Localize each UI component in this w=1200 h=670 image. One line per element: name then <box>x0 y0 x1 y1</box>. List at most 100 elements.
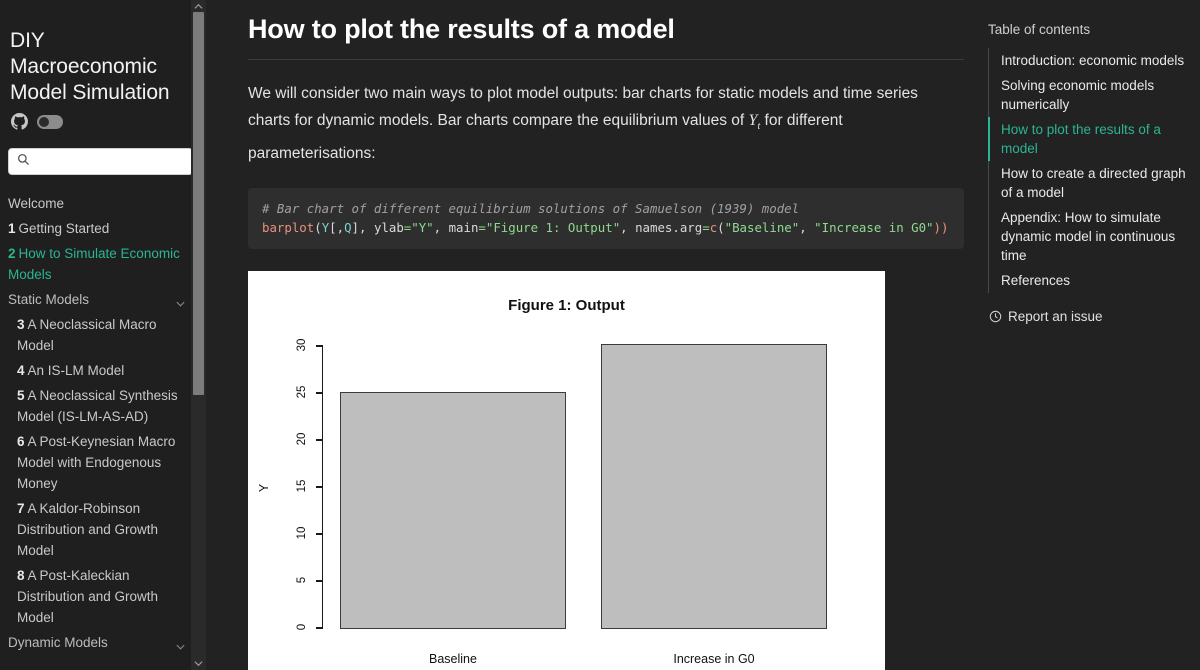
code-arg-ylab: ylab <box>373 220 404 236</box>
sidebar-item-label: A Post-Kaleckian Distribution and Growth… <box>17 568 159 625</box>
toc-item-introduction[interactable]: Introduction: economic models <box>988 48 1186 73</box>
sidebar-static-items: 3A Neoclassical Macro Model 4 An IS-LM Mo… <box>8 312 194 630</box>
y-tick <box>316 392 323 394</box>
sidebar-item-kaldor-robinson[interactable]: 7A Kaldor-Robinson Distribution and Grow… <box>17 496 194 563</box>
x-category-label: Increase in G0 <box>673 652 755 667</box>
sidebar-item-number: 3 <box>17 317 25 332</box>
y-tick-label: 0 <box>296 623 308 631</box>
sidebar-item-neoclassical-synthesis[interactable]: 5A Neoclassical Synthesis Model (IS-LM-A… <box>17 383 194 429</box>
code-bracket: [, <box>329 220 345 236</box>
code-separator: , <box>620 220 636 236</box>
figure-output: Figure 1: Output 0 5 10 15 20 25 30 Y Ba… <box>248 271 885 670</box>
y-tick <box>316 345 323 347</box>
chevron-down-icon <box>175 637 186 650</box>
sidebar-item-number: 8 <box>17 568 25 583</box>
sidebar-item-label: A Kaldor-Robinson Distribution and Growt… <box>17 501 159 558</box>
code-arg-names: names.arg <box>635 220 703 236</box>
sidebar-item-neoclassical-macro[interactable]: 3A Neoclassical Macro Model <box>17 312 194 358</box>
sidebar-item-number: 2 <box>8 246 16 261</box>
y-tick-label: 20 <box>296 432 308 446</box>
code-separator: , <box>433 220 449 236</box>
toc-item-directed-graph[interactable]: How to create a directed graph of a mode… <box>988 161 1186 205</box>
y-tick <box>316 580 323 582</box>
chart-title: Figure 1: Output <box>508 297 625 315</box>
sidebar-item-post-keynesian[interactable]: 6A Post-Keynesian Macro Model with Endog… <box>17 429 194 496</box>
sidebar-item-label: Getting Started <box>18 221 110 236</box>
sidebar-item-is-lm[interactable]: 4 An IS-LM Model <box>17 358 194 383</box>
toc-item-references[interactable]: References <box>988 268 1186 293</box>
y-tick <box>316 486 323 488</box>
code-separator: , <box>799 220 815 236</box>
sidebar-item-welcome[interactable]: Welcome <box>8 191 194 216</box>
dark-mode-toggle[interactable] <box>37 114 63 129</box>
brand-title: DIY Macroeconomic Model Simulation <box>10 29 170 104</box>
chevron-down-icon <box>175 294 186 307</box>
sidebar-item-label: How to Simulate Economic Models <box>8 246 180 282</box>
sidebar-item-label: Welcome <box>8 196 65 211</box>
intro-paragraph: We will consider two main ways to plot m… <box>248 60 948 167</box>
sidebar-item-number: 1 <box>8 221 16 236</box>
toc-item-solving-numerically[interactable]: Solving economic models numerically <box>988 73 1186 117</box>
y-tick-label: 5 <box>296 576 308 584</box>
code-string-baseline: "Baseline" <box>724 220 800 236</box>
y-tick-label: 15 <box>296 479 308 493</box>
code-string-ylab: "Y" <box>411 220 434 236</box>
sidebar-item-getting-started[interactable]: 1 Getting Started <box>8 216 194 241</box>
code-comment: # Bar chart of different equilibrium sol… <box>262 201 800 217</box>
sidebar-item-number: 7 <box>17 501 25 516</box>
github-issue-icon <box>989 310 1002 323</box>
sidebar-item-number: 5 <box>17 388 25 403</box>
sidebar-section-label: Dynamic Models <box>8 635 108 650</box>
sidebar-item-label: A Neoclassical Synthesis Model (IS-LM-AS… <box>17 388 178 424</box>
search-icon <box>17 153 30 171</box>
sidebar-item-label: An IS-LM Model <box>27 363 125 378</box>
toc-item-how-to-plot[interactable]: How to plot the results of a model <box>988 117 1186 161</box>
table-of-contents: Table of contents Introduction: economic… <box>978 0 1200 670</box>
sidebar-item-post-kaleckian[interactable]: 8A Post-Kaleckian Distribution and Growt… <box>17 563 194 630</box>
report-issue-link[interactable]: Report an issue <box>988 293 1186 324</box>
sidebar-section-static-models[interactable]: Static Models <box>8 287 194 312</box>
sidebar-item-label: A Neoclassical Macro Model <box>17 317 157 353</box>
x-category-label: Baseline <box>429 652 477 667</box>
search-box[interactable] <box>8 148 193 175</box>
toc-heading: Table of contents <box>988 22 1091 37</box>
sidebar-item-number: 6 <box>17 434 25 449</box>
code-bracket: ], <box>351 220 374 236</box>
chevron-down-icon[interactable] <box>191 657 206 670</box>
bar-baseline <box>340 392 566 630</box>
brand-tools <box>0 106 206 130</box>
sidebar-item-number: 4 <box>17 363 25 378</box>
report-issue-label: Report an issue <box>1008 309 1103 324</box>
scrollbar-thumb[interactable] <box>193 12 204 395</box>
y-tick-label: 30 <box>296 338 308 352</box>
sidebar-section-label: Static Models <box>8 292 90 307</box>
bar-increase-g0 <box>601 344 827 630</box>
sidebar-nav: Welcome 1 Getting Started 2 How to Simulat… <box>0 175 206 655</box>
y-tick <box>316 627 323 629</box>
y-tick <box>316 533 323 535</box>
code-paren: ( <box>314 220 322 236</box>
search-input[interactable] <box>36 154 184 169</box>
sidebar-item-label: A Post-Keynesian Macro Model with Endoge… <box>17 434 176 491</box>
code-var-Q: Q <box>344 220 352 236</box>
sidebar-item-how-to-simulate[interactable]: 2 How to Simulate Economic Models <box>8 241 194 287</box>
sidebar-scrollbar[interactable] <box>191 0 206 670</box>
main-content: How to plot the results of a model We wi… <box>206 0 978 670</box>
github-icon[interactable] <box>11 113 28 130</box>
y-axis-label: Y <box>257 484 271 493</box>
code-equals: = <box>702 220 710 236</box>
code-block: # Bar chart of different equilibrium sol… <box>248 188 964 250</box>
clipboard-copy-icon[interactable] <box>934 196 954 218</box>
toggle-knob <box>39 116 49 127</box>
y-tick <box>316 439 323 441</box>
page-root: DIY Macroeconomic Model Simulation Welco… <box>0 0 1200 670</box>
code-equals: = <box>478 220 486 236</box>
toc-item-appendix[interactable]: Appendix: How to simulate dynamic model … <box>988 205 1186 268</box>
y-tick-label: 25 <box>296 385 308 399</box>
code-arg-main: main <box>448 220 479 236</box>
code-string-main: "Figure 1: Output" <box>485 220 621 236</box>
math-symbol: Yt <box>749 112 761 132</box>
code-paren: ( <box>717 220 725 236</box>
content-column: How to plot the results of a model We wi… <box>248 0 964 670</box>
sidebar-section-dynamic-models[interactable]: Dynamic Models <box>8 630 194 655</box>
